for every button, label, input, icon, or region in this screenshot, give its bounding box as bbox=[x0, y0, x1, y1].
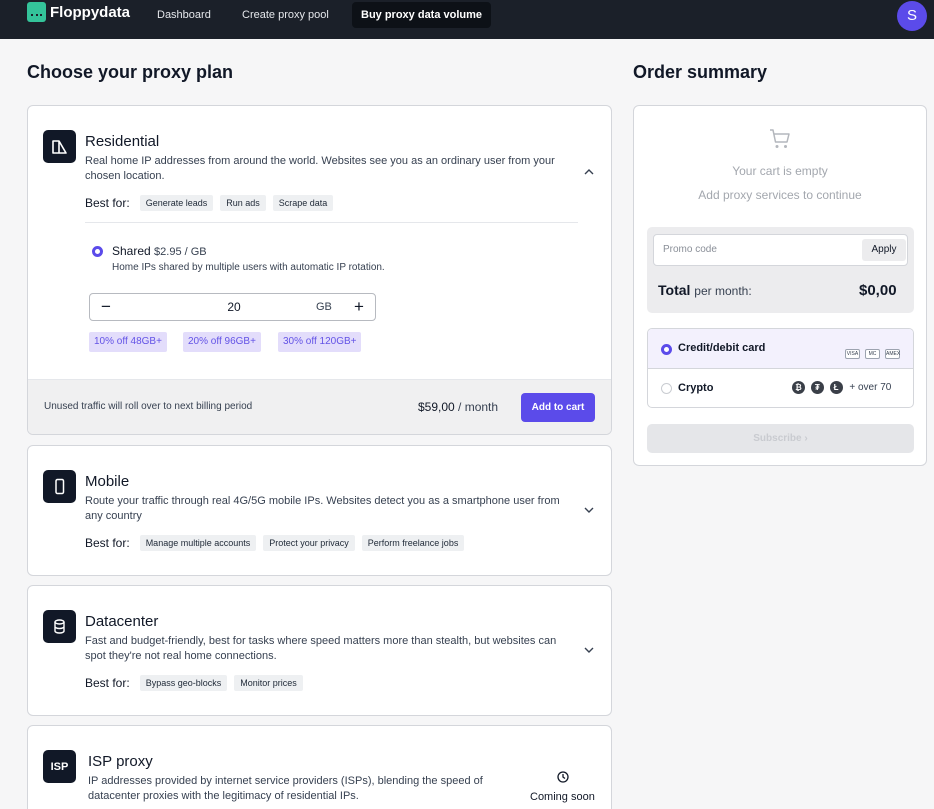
tag: Generate leads bbox=[139, 195, 214, 211]
payment-crypto[interactable]: Crypto ₿ ₮ Ł + over 70 bbox=[648, 369, 913, 407]
floppy-disk-icon bbox=[27, 2, 46, 22]
rollover-note: Unused traffic will roll over to next bi… bbox=[44, 401, 253, 412]
page-title: Choose your proxy plan bbox=[27, 62, 234, 82]
payment-label: Credit/debit card bbox=[678, 342, 766, 354]
plan-title: Datacenter bbox=[85, 613, 159, 630]
tag: Monitor prices bbox=[234, 675, 303, 691]
chevron-right-icon: › bbox=[804, 433, 808, 444]
credit-card-radio[interactable] bbox=[661, 344, 672, 355]
cart-icon bbox=[770, 129, 790, 148]
smartphone-icon bbox=[43, 470, 76, 503]
shared-option[interactable]: Shared $2.95 / GB bbox=[112, 244, 207, 258]
plan-title: Mobile bbox=[85, 473, 130, 490]
tag: Run ads bbox=[220, 195, 266, 211]
order-summary-title: Order summary bbox=[633, 62, 768, 82]
discount-badge: 20% off 96GB+ bbox=[183, 332, 261, 352]
promo-total-box: Promo code Apply Total per month: $0,00 bbox=[647, 227, 914, 313]
best-for-row: Best for: Bypass geo-blocks Monitor pric… bbox=[85, 675, 303, 691]
house-icon bbox=[43, 130, 76, 163]
plan-description: Fast and budget-friendly, best for tasks… bbox=[85, 635, 557, 662]
mobile-plan-card[interactable]: Mobile Route your traffic through real 4… bbox=[27, 445, 612, 576]
chevron-down-icon[interactable] bbox=[583, 644, 595, 656]
decrement-button[interactable]: − bbox=[96, 297, 116, 317]
best-for-row: Best for: Generate leads Run ads Scrape … bbox=[85, 195, 334, 211]
residential-plan-card[interactable]: Residential Real home IP addresses from … bbox=[27, 105, 612, 435]
crypto-extra: + over 70 bbox=[849, 382, 892, 393]
plan-title: ISP proxy bbox=[88, 753, 153, 770]
quantity-stepper[interactable]: − 20 GB + bbox=[89, 293, 376, 321]
shared-radio[interactable] bbox=[92, 246, 103, 257]
brand-name: Floppydata bbox=[50, 3, 131, 21]
empty-cart-title: Your cart is empty bbox=[732, 164, 828, 178]
add-to-cart-button[interactable]: Add to cart bbox=[521, 393, 595, 422]
payment-label: Crypto bbox=[678, 382, 714, 394]
litecoin-icon: Ł bbox=[829, 381, 843, 394]
bitcoin-icon: ₿ bbox=[792, 381, 805, 394]
crypto-radio[interactable] bbox=[661, 383, 672, 394]
plan-title: Residential bbox=[85, 133, 160, 150]
mastercard-icon: MC bbox=[865, 349, 880, 359]
option-price: $2.95 / GB bbox=[154, 246, 207, 258]
price: $59,00 / month bbox=[418, 400, 498, 414]
chevron-down-icon[interactable] bbox=[583, 504, 595, 516]
price-period: / month bbox=[458, 400, 499, 414]
chevron-up-icon[interactable] bbox=[583, 166, 595, 178]
database-icon bbox=[43, 610, 76, 643]
coming-soon-label: Coming soon bbox=[530, 791, 595, 803]
plan-description: Route your traffic through real 4G/5G mo… bbox=[85, 495, 560, 522]
promo-placeholder: Promo code bbox=[663, 244, 717, 255]
tag: Protect your privacy bbox=[263, 535, 355, 551]
amex-icon: AMEX bbox=[885, 349, 901, 359]
discount-badge: 30% off 120GB+ bbox=[278, 332, 362, 352]
payment-methods: Credit/debit card VISA MC AMEX Crypto ₿ ₮ … bbox=[647, 328, 914, 408]
tether-icon: ₮ bbox=[810, 381, 824, 394]
avatar[interactable]: S bbox=[897, 1, 927, 31]
increment-button[interactable]: + bbox=[349, 297, 369, 317]
tab-create-proxy-pool[interactable]: Create proxy pool bbox=[233, 2, 338, 28]
subscribe-button[interactable]: Subscribe › bbox=[647, 424, 914, 453]
apply-button[interactable]: Apply bbox=[862, 239, 906, 261]
tab-dashboard[interactable]: Dashboard bbox=[148, 2, 220, 28]
total-period: per month: bbox=[694, 284, 752, 298]
price-amount: $59,00 bbox=[418, 400, 455, 414]
quantity-unit: GB bbox=[316, 301, 332, 313]
subscribe-label: Subscribe bbox=[753, 433, 802, 444]
card-brand-icons: VISA MC AMEX bbox=[840, 342, 900, 360]
option-name: Shared bbox=[112, 244, 151, 258]
promo-code-input[interactable]: Promo code Apply bbox=[653, 234, 908, 266]
tag: Bypass geo-blocks bbox=[139, 675, 228, 691]
tag: Scrape data bbox=[272, 195, 334, 211]
total-label: Total per month: bbox=[658, 282, 752, 298]
empty-cart-subtitle: Add proxy services to continue bbox=[698, 188, 862, 202]
datacenter-plan-card[interactable]: Datacenter Fast and budget-friendly, bes… bbox=[27, 585, 612, 716]
isp-icon: ISP bbox=[43, 750, 76, 783]
clock-icon bbox=[557, 771, 569, 783]
card-footer: Unused traffic will roll over to next bi… bbox=[28, 379, 611, 434]
payment-credit-card[interactable]: Credit/debit card VISA MC AMEX bbox=[648, 329, 913, 369]
option-description: Home IPs shared by multiple users with a… bbox=[112, 262, 385, 273]
plan-description: IP addresses provided by internet servic… bbox=[88, 775, 483, 802]
discount-badge: 10% off 48GB+ bbox=[89, 332, 167, 352]
crypto-icons: ₿ ₮ Ł + over 70 bbox=[789, 381, 891, 394]
tag: Perform freelance jobs bbox=[361, 535, 465, 551]
tab-buy-proxy-data-volume[interactable]: Buy proxy data volume bbox=[352, 2, 492, 28]
isp-plan-card: ISP ISP proxy IP addresses provided by i… bbox=[27, 725, 612, 809]
visa-icon: VISA bbox=[845, 349, 860, 359]
divider bbox=[85, 222, 578, 223]
total-value: $0,00 bbox=[859, 282, 897, 299]
total-label-text: Total bbox=[658, 282, 691, 298]
brand[interactable]: Floppydata bbox=[27, 2, 130, 22]
best-for-label: Best for: bbox=[85, 536, 130, 550]
best-for-label: Best for: bbox=[85, 196, 130, 210]
plan-description: Real home IP addresses from around the w… bbox=[85, 155, 555, 182]
best-for-row: Best for: Manage multiple accounts Prote… bbox=[85, 535, 465, 551]
quantity-value[interactable]: 20 bbox=[210, 300, 258, 314]
order-summary-panel: Your cart is empty Add proxy services to… bbox=[633, 105, 927, 466]
best-for-label: Best for: bbox=[85, 676, 130, 690]
tag: Manage multiple accounts bbox=[139, 535, 257, 551]
top-nav: Floppydata Dashboard Create proxy pool B… bbox=[0, 0, 934, 39]
